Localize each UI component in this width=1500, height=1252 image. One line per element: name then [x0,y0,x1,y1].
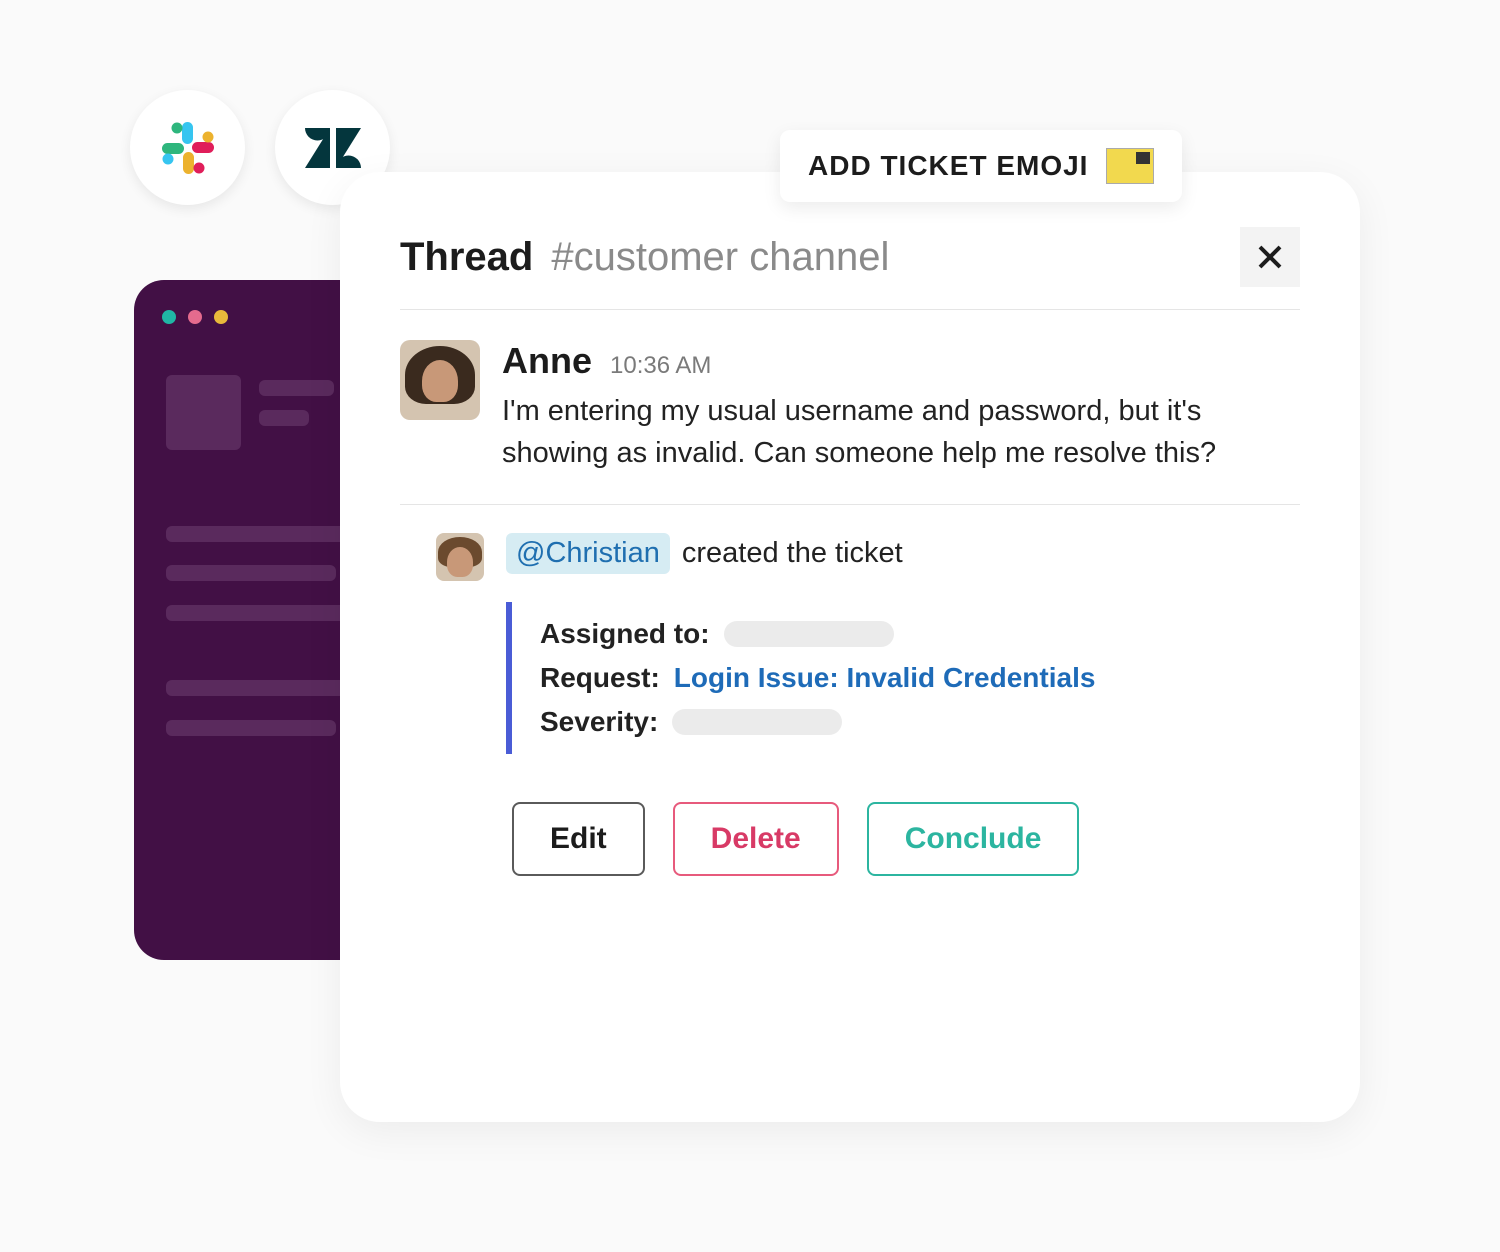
conclude-button[interactable]: Conclude [867,802,1080,876]
thread-channel: #customer channel [551,235,889,280]
severity-value-placeholder [672,709,842,735]
message-text: I'm entering my usual username and passw… [502,390,1300,474]
ticket-actions: Edit Delete Conclude [512,802,1300,876]
sidebar-placeholder [166,375,241,450]
thread-title: Thread [400,235,533,280]
window-dot [162,310,176,324]
reply-item: @Christian created the ticket Assigned t… [400,505,1300,876]
avatar [400,340,480,420]
ticket-emoji-icon [1106,148,1154,184]
reply-action-text: created the ticket [682,537,903,570]
sidebar-placeholder [166,565,336,581]
window-dot [214,310,228,324]
thread-panel: Thread #customer channel Anne 10:36 AM I… [340,172,1360,1122]
message-author: Anne [502,340,592,382]
edit-button[interactable]: Edit [512,802,645,876]
request-link[interactable]: Login Issue: Invalid Credentials [674,662,1096,694]
zendesk-icon [303,123,363,173]
avatar [436,533,484,581]
sidebar-placeholder [166,720,336,736]
slack-icon [160,120,216,176]
slack-logo [130,90,245,205]
window-dot [188,310,202,324]
delete-button[interactable]: Delete [673,802,839,876]
sidebar-placeholder [166,680,366,696]
message-time: 10:36 AM [610,352,711,380]
add-emoji-banner[interactable]: ADD TICKET EMOJI [780,130,1182,202]
assigned-value-placeholder [724,621,894,647]
sidebar-placeholder [166,526,366,542]
window-controls [162,310,228,324]
sidebar-placeholder [259,380,334,396]
thread-header: Thread #customer channel [400,227,1300,310]
banner-label: ADD TICKET EMOJI [808,150,1088,182]
request-label: Request: [540,662,660,694]
close-icon [1257,244,1283,270]
severity-label: Severity: [540,706,658,738]
ticket-details: Assigned to: Request: Login Issue: Inval… [506,602,1300,754]
message-item: Anne 10:36 AM I'm entering my usual user… [400,310,1300,505]
close-button[interactable] [1240,227,1300,287]
sidebar-placeholder [259,410,309,426]
user-mention[interactable]: @Christian [506,533,670,574]
assigned-label: Assigned to: [540,618,710,650]
